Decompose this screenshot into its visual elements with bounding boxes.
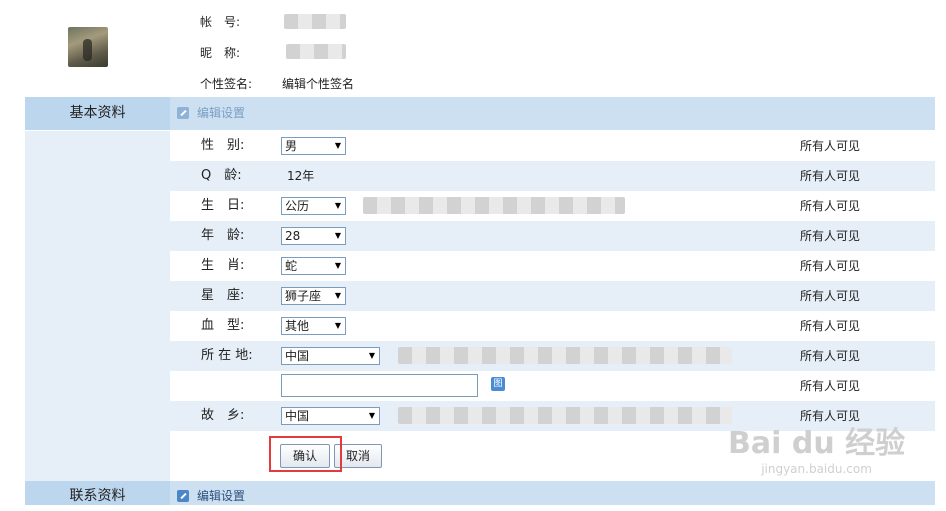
basic-info-section-header: 基本资料 编辑设置 [25, 97, 935, 130]
qage-label: Q 龄: [201, 168, 242, 183]
dropdown-arrow-icon: ▼ [368, 411, 375, 420]
avatar[interactable] [68, 27, 108, 67]
field-row-age: 年 龄: 28 ▼ 所有人可见 [170, 221, 935, 251]
edit-icon [177, 490, 189, 502]
visibility-age: 所有人可见 [800, 229, 861, 243]
contact-info-title: 联系资料 [25, 481, 170, 505]
gender-select[interactable]: 男 ▼ [281, 137, 346, 155]
calendar-type-select[interactable]: 公历 ▼ [281, 197, 346, 215]
signature-label: 个性签名: [200, 77, 253, 91]
visibility-qage: 所有人可见 [800, 169, 861, 183]
map-picker-icon[interactable]: 图 [491, 377, 505, 391]
location-country-select[interactable]: 中国 ▼ [281, 347, 380, 365]
blood-type-label: 血 型: [201, 318, 245, 333]
gender-label: 性 别: [201, 138, 245, 153]
visibility-constellation: 所有人可见 [800, 289, 861, 303]
account-value-redacted [284, 14, 346, 29]
visibility-birthday: 所有人可见 [800, 199, 861, 213]
constellation-select[interactable]: 狮子座 ▼ [281, 287, 346, 305]
annotation-highlight-box [269, 436, 342, 472]
hometown-region-selects-redacted[interactable] [398, 407, 732, 424]
section-left-column [25, 131, 170, 481]
visibility-location: 所有人可见 [800, 349, 861, 363]
contact-info-edit-link[interactable]: 编辑设置 [177, 481, 245, 505]
dropdown-arrow-icon: ▼ [334, 321, 341, 330]
nickname-label: 昵 称: [200, 46, 241, 60]
field-row-constellation: 星 座: 狮子座 ▼ 所有人可见 [170, 281, 935, 311]
field-row-address: 图 所有人可见 [170, 371, 935, 401]
visibility-gender: 所有人可见 [800, 139, 861, 153]
field-row-qage: Q 龄: 12年 所有人可见 [170, 161, 935, 191]
age-select[interactable]: 28 ▼ [281, 227, 346, 245]
visibility-address: 所有人可见 [800, 379, 861, 393]
nickname-value-redacted [286, 44, 346, 59]
qage-value: 12年 [287, 169, 315, 183]
hometown-label: 故 乡: [201, 408, 245, 423]
edit-icon [177, 107, 189, 119]
dropdown-arrow-icon: ▼ [334, 141, 341, 150]
field-row-zodiac-animal: 生 肖: 蛇 ▼ 所有人可见 [170, 251, 935, 281]
dropdown-arrow-icon: ▼ [368, 351, 375, 360]
field-row-birthday: 生 日: 公历 ▼ 所有人可见 [170, 191, 935, 221]
constellation-label: 星 座: [201, 288, 245, 303]
birthday-label: 生 日: [201, 198, 245, 213]
blood-type-select[interactable]: 其他 ▼ [281, 317, 346, 335]
baidu-jingyan-watermark: Bai du 经验 jingyan.baidu.com [728, 426, 906, 476]
hometown-country-select[interactable]: 中国 ▼ [281, 407, 380, 425]
account-label: 帐 号: [200, 15, 241, 29]
basic-info-title: 基本资料 [25, 97, 170, 130]
contact-info-edit-label: 编辑设置 [197, 489, 246, 503]
dropdown-arrow-icon: ▼ [334, 231, 341, 240]
dropdown-arrow-icon: ▼ [334, 261, 341, 270]
basic-info-edit-link[interactable]: 编辑设置 [177, 97, 245, 130]
contact-info-section-header: 联系资料 编辑设置 [25, 481, 935, 505]
location-label: 所 在 地: [201, 348, 253, 363]
address-input[interactable] [281, 374, 478, 397]
basic-info-edit-label: 编辑设置 [197, 106, 246, 120]
visibility-blood-type: 所有人可见 [800, 319, 861, 333]
dropdown-arrow-icon: ▼ [334, 291, 341, 300]
field-row-gender: 性 别: 男 ▼ 所有人可见 [170, 131, 935, 161]
dropdown-arrow-icon: ▼ [334, 201, 341, 210]
visibility-zodiac-animal: 所有人可见 [800, 259, 861, 273]
field-row-blood-type: 血 型: 其他 ▼ 所有人可见 [170, 311, 935, 341]
zodiac-animal-select[interactable]: 蛇 ▼ [281, 257, 346, 275]
signature-link[interactable]: 编辑个性签名 [282, 75, 354, 92]
field-row-location: 所 在 地: 中国 ▼ 所有人可见 [170, 341, 935, 371]
zodiac-animal-label: 生 肖: [201, 258, 245, 273]
birthday-date-selects-redacted[interactable] [363, 197, 625, 214]
age-label: 年 龄: [201, 228, 245, 243]
location-region-selects-redacted[interactable] [398, 347, 732, 364]
